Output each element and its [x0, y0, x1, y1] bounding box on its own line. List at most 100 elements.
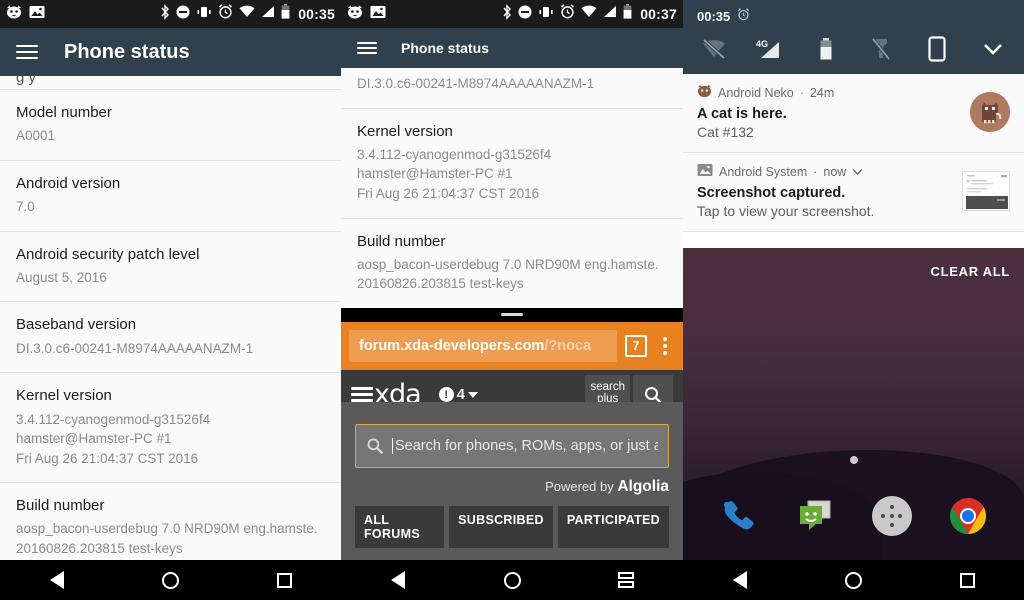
clipped-row-title: g y: [16, 76, 37, 86]
status-bar: 00:37: [341, 0, 683, 28]
algolia-credit: Powered by Algolia: [355, 478, 669, 496]
list-item-value: A0001: [16, 128, 56, 144]
notification-app-name: Android Neko: [718, 85, 794, 100]
list-item[interactable]: Kernel version 3.4.112-cyanogenmod-g3152…: [341, 108, 683, 219]
back-icon[interactable]: [29, 560, 85, 600]
page-indicator-dot[interactable]: [849, 456, 858, 464]
list-item-title: Kernel version: [357, 122, 453, 140]
notification-text: Cat #132: [697, 124, 754, 140]
hamburger-menu-icon[interactable]: [357, 42, 377, 54]
alarm-icon: [218, 4, 233, 24]
notification-time: now: [823, 164, 847, 179]
wifi-icon: [239, 5, 255, 23]
list-item-title: Build number: [357, 232, 446, 250]
tab-participated[interactable]: PARTICIPATED: [557, 506, 669, 548]
auto-rotate-icon[interactable]: [920, 34, 954, 64]
url-path: /?noca: [544, 337, 592, 354]
clear-all-button[interactable]: CLEAR ALL: [931, 264, 1010, 279]
notification-time: 24m: [809, 85, 835, 100]
chevron-down-icon: [468, 391, 479, 398]
list-item[interactable]: Model number A0001: [0, 90, 341, 161]
search-plus-line1: search: [590, 380, 625, 393]
recents-icon[interactable]: [256, 560, 312, 600]
vibrate-icon: [196, 5, 212, 24]
notification-header: Android System · now: [697, 163, 952, 180]
back-icon[interactable]: [370, 560, 426, 600]
status-bar-clock: 00:37: [640, 6, 677, 22]
xda-alerts[interactable]: ! 4: [438, 386, 479, 404]
navigation-bar: [0, 560, 341, 600]
list-item-value: DI.3.0.c6-00241-M8974AAAAANAZM-1: [357, 76, 595, 91]
xda-hamburger-menu-icon[interactable]: [351, 387, 373, 403]
phone-status-list[interactable]: DI.3.0.c6-00241-M8974AAAAANAZM-1 Kernel …: [341, 68, 683, 308]
xda-search-section: Search for phones, ROMs, apps, or just a…: [341, 402, 683, 560]
chrome-icon[interactable]: [946, 494, 990, 538]
list-item-title: Android security patch level: [16, 245, 200, 263]
home-icon[interactable]: [142, 560, 198, 600]
recents-icon[interactable]: [598, 560, 654, 600]
notification-card[interactable]: Android System · now Screenshot captured…: [683, 153, 1024, 232]
list-item[interactable]: Android version 7.0: [0, 160, 341, 232]
quick-settings-tiles: 4G: [697, 34, 1010, 64]
mobile-data-icon[interactable]: 4G: [753, 34, 787, 64]
battery-icon: [623, 4, 632, 24]
panel-notification-shade: 00:35 4G Android Neko · 24m A cat is her…: [683, 0, 1024, 600]
home-icon[interactable]: [825, 560, 881, 600]
list-item-clipped[interactable]: g y: [0, 76, 341, 90]
signal-icon: [261, 5, 275, 23]
notification-card[interactable]: Android Neko · 24m A cat is here. Cat #1…: [683, 74, 1024, 153]
neko-face-icon: [6, 5, 22, 24]
tab-count-button[interactable]: 7: [625, 334, 647, 357]
list-item[interactable]: Build number aosp_bacon-userdebug 7.0 NR…: [341, 218, 683, 308]
search-icon: [367, 438, 384, 455]
chevron-down-icon[interactable]: [852, 165, 863, 179]
list-item[interactable]: Android security patch level August 5, 2…: [0, 231, 341, 303]
list-item-value: August 5, 2016: [16, 269, 107, 285]
home-icon[interactable]: [484, 560, 540, 600]
wifi-off-icon[interactable]: [697, 34, 731, 64]
dnd-icon: [176, 5, 190, 24]
list-item-title: Kernel version: [16, 387, 112, 405]
phone-icon[interactable]: [717, 494, 761, 538]
screenshot-image-icon: [697, 163, 713, 180]
url-input[interactable]: forum.xda-developers.com/?noca: [349, 329, 617, 362]
hamburger-menu-icon[interactable]: [16, 45, 38, 59]
algolia-brand: Algolia: [617, 478, 669, 495]
home-screen-wallpaper: CLEAR ALL: [683, 248, 1024, 560]
phone-status-list[interactable]: g y Model number A0001 Android version 7…: [0, 76, 341, 573]
list-item[interactable]: Baseband version DI.3.0.c6-00241-M8974AA…: [0, 302, 341, 374]
recents-icon[interactable]: [939, 560, 995, 600]
search-input[interactable]: Search for phones, ROMs, apps, or just a…: [355, 424, 669, 468]
list-item[interactable]: DI.3.0.c6-00241-M8974AAAAANAZM-1: [341, 68, 683, 109]
tab-all-forums[interactable]: ALL FORUMS: [355, 506, 445, 548]
list-item-value: 3.4.112-cyanogenmod-g31526f4 hamster@Ham…: [357, 146, 552, 201]
battery-icon[interactable]: [809, 34, 843, 64]
browser-drag-handle[interactable]: [341, 307, 683, 322]
url-host: forum.xda-developers.com: [359, 337, 545, 354]
list-item-title: Model number: [16, 104, 112, 121]
screenshot-image-icon: [29, 5, 45, 24]
bell-icon: !: [438, 387, 454, 403]
screenshot-image-icon: [370, 5, 386, 24]
neko-face-icon: [697, 84, 712, 101]
status-bar-right-icons: 00:37: [502, 3, 677, 25]
list-item-value: 7.0: [16, 199, 35, 215]
flashlight-off-icon[interactable]: [864, 34, 898, 64]
kebab-menu-icon[interactable]: [655, 336, 675, 355]
chevron-down-icon[interactable]: [976, 34, 1010, 64]
list-item-value: aosp_bacon-userdebug 7.0 NRD90M eng.hams…: [357, 256, 659, 292]
notification-separator: ·: [799, 85, 804, 100]
back-icon[interactable]: [712, 560, 768, 600]
status-bar-clock: 00:35: [298, 6, 335, 22]
notification-text: Tap to view your screenshot.: [697, 203, 875, 219]
alerts-count: 4: [456, 386, 466, 404]
list-item[interactable]: Kernel version 3.4.112-cyanogenmod-g3152…: [0, 373, 341, 484]
page-title: Phone status: [64, 40, 190, 63]
messaging-icon[interactable]: [793, 494, 837, 538]
all-apps-icon[interactable]: [870, 494, 914, 538]
neko-face-icon: [347, 5, 363, 24]
status-bar-left-icons: [347, 5, 386, 24]
xda-forum-tabs: ALL FORUMS SUBSCRIBED PARTICIPATED: [355, 506, 669, 548]
tab-subscribed[interactable]: SUBSCRIBED: [449, 506, 553, 548]
status-bar-right-icons: 00:35: [160, 3, 335, 25]
